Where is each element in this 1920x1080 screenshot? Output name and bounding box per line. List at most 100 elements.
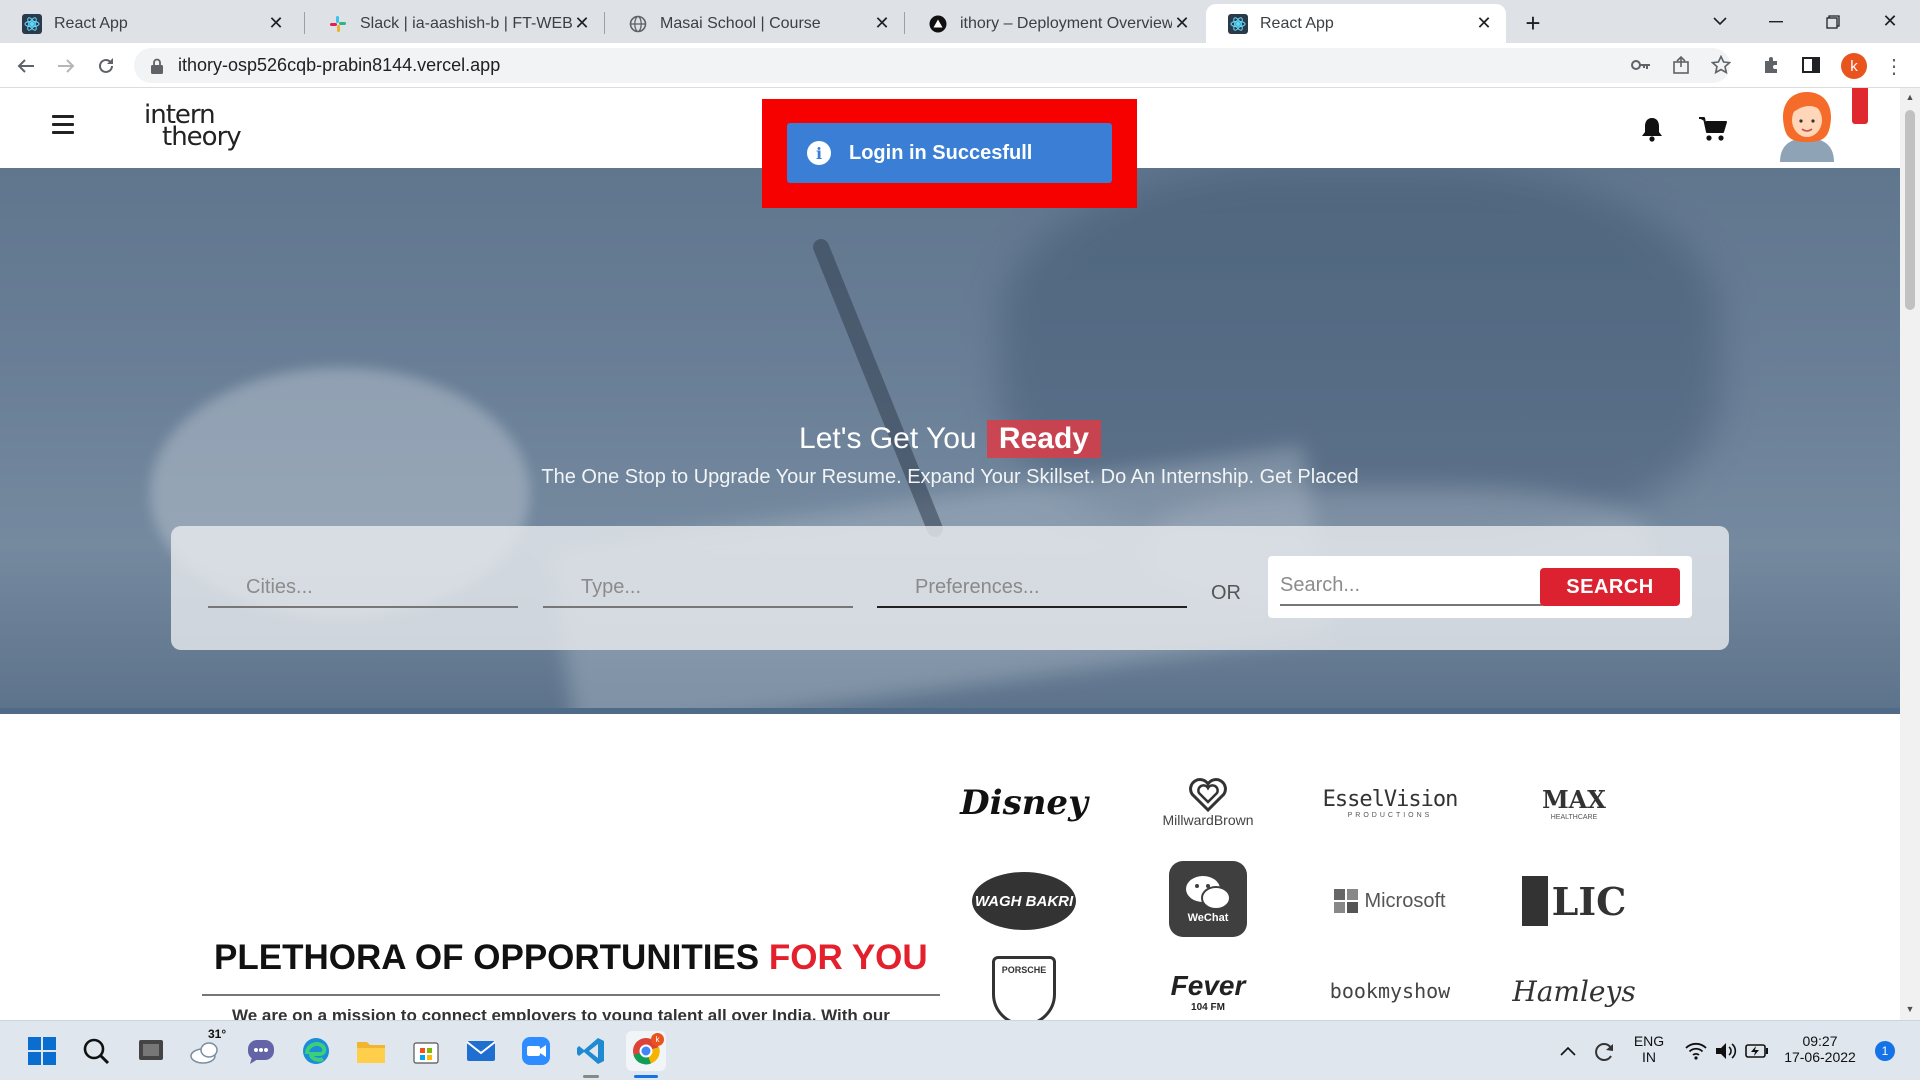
profile-avatar[interactable]: k	[1841, 53, 1867, 79]
cities-input[interactable]: Cities...	[208, 572, 518, 608]
browser-tab-4[interactable]: ithory – Deployment Overview ✕	[906, 4, 1204, 43]
slack-icon	[328, 14, 348, 34]
mail-icon[interactable]	[461, 1031, 501, 1071]
browser-tab-strip: React App ✕ Slack | ia-aashish-b | FT-WE…	[0, 0, 1920, 43]
chrome-menu-icon[interactable]: ⋮	[1884, 53, 1904, 79]
toast-highlight-frame: i Login in Succesfull	[762, 99, 1137, 208]
weather-temp: 31°	[208, 1027, 227, 1041]
close-window-icon[interactable]: ✕	[1862, 0, 1918, 43]
restore-icon[interactable]	[1805, 0, 1861, 43]
opportunities-body: We are on a mission to connect employers…	[232, 1006, 890, 1020]
share-icon[interactable]	[1668, 52, 1694, 78]
brand-logo-disney: Disney	[960, 783, 1088, 823]
search-icon[interactable]	[76, 1031, 116, 1071]
logo-line-2: theory	[162, 122, 242, 152]
hero-divider	[0, 708, 1900, 714]
language-indicator[interactable]: ENG IN	[1630, 1033, 1668, 1065]
scroll-up-arrow-icon[interactable]: ▲	[1905, 92, 1915, 102]
vscode-icon[interactable]	[571, 1031, 611, 1071]
hero-title-prefix: Let's Get You	[799, 422, 977, 455]
tab-title: Slack | ia-aashish-b | FT-WEB-16	[360, 14, 572, 32]
info-icon: i	[807, 141, 831, 165]
tab-separator	[604, 12, 605, 34]
tab-title: ithory – Deployment Overview	[960, 14, 1172, 32]
bell-icon[interactable]	[1640, 116, 1664, 142]
search-input[interactable]: Search...	[1280, 570, 1542, 606]
page-viewport: intern theory Let's Get You Ready The On…	[0, 88, 1900, 1020]
microsoft-store-icon[interactable]	[406, 1031, 446, 1071]
scroll-down-arrow-icon[interactable]: ▼	[1905, 1004, 1915, 1014]
hamburger-menu-icon[interactable]	[52, 115, 74, 134]
vscode-running-indicator	[583, 1075, 599, 1078]
teams-chat-icon[interactable]	[241, 1031, 281, 1071]
vercel-icon	[928, 14, 948, 34]
user-avatar[interactable]	[1774, 88, 1840, 162]
lock-icon	[151, 58, 163, 74]
brand-logo-wagh-bakri: WAGH BAKRI	[964, 866, 1084, 936]
close-tab-icon[interactable]: ✕	[1172, 13, 1192, 34]
tab-search-chevron-icon[interactable]	[1692, 0, 1748, 43]
brand-logo-wechat: WeChat	[1148, 861, 1268, 937]
brand-logo-fever: Fever 104 FM	[1170, 969, 1246, 1013]
reload-icon[interactable]	[90, 50, 122, 82]
react-icon	[22, 13, 42, 34]
forward-icon[interactable]	[50, 50, 82, 82]
close-tab-icon[interactable]: ✕	[266, 13, 286, 34]
search-button[interactable]: SEARCH	[1540, 568, 1680, 606]
weather-widget-icon[interactable]: 31°	[186, 1027, 226, 1071]
close-tab-icon[interactable]: ✕	[1474, 13, 1494, 34]
edge-browser-icon[interactable]	[296, 1031, 336, 1071]
tab-separator	[904, 12, 905, 34]
bookmark-star-icon[interactable]	[1708, 52, 1734, 78]
close-tab-icon[interactable]: ✕	[872, 13, 892, 34]
browser-tab-2[interactable]: Slack | ia-aashish-b | FT-WEB-16 ✕	[306, 4, 604, 43]
zoom-icon[interactable]	[516, 1031, 556, 1071]
or-label: OR	[1211, 582, 1241, 604]
battery-charging-icon[interactable]	[1742, 1031, 1772, 1071]
windows-start-icon[interactable]	[22, 1031, 62, 1071]
key-icon[interactable]	[1628, 52, 1654, 78]
brand-logo-esselvision: EsselVision PRODUCTIONS	[1322, 787, 1459, 819]
minimize-icon[interactable]	[1748, 0, 1804, 43]
internshala-logo[interactable]: intern theory	[142, 98, 242, 154]
toast-message: Login in Succesfull	[849, 141, 1033, 164]
back-icon[interactable]	[10, 50, 42, 82]
chrome-icon[interactable]: k	[626, 1031, 666, 1071]
close-tab-icon[interactable]: ✕	[572, 13, 592, 34]
browser-tab-3[interactable]: Masai School | Course ✕	[606, 4, 904, 43]
language-line-2: IN	[1642, 1049, 1656, 1065]
type-input[interactable]: Type...	[543, 572, 853, 608]
hero-title-highlight: Ready	[986, 420, 1101, 458]
windows-taskbar: 31° k ENG IN 09:27 17-06-2022 1	[0, 1020, 1920, 1080]
side-panel-icon[interactable]	[1798, 52, 1824, 78]
browser-tab-1[interactable]: React App ✕	[0, 4, 298, 43]
scrollbar-thumb[interactable]	[1905, 110, 1915, 310]
volume-icon[interactable]	[1712, 1031, 1740, 1071]
task-view-icon[interactable]	[131, 1031, 171, 1071]
notification-badge: 1	[1875, 1041, 1895, 1061]
brand-logo-microsoft: Microsoft	[1330, 866, 1450, 936]
browser-toolbar: ithory-osp526cqb-prabin8144.vercel.app k…	[0, 43, 1920, 88]
tray-chevron-up-icon[interactable]	[1556, 1031, 1580, 1071]
address-bar[interactable]: ithory-osp526cqb-prabin8144.vercel.app	[134, 48, 1730, 83]
clock[interactable]: 09:27 17-06-2022	[1778, 1033, 1862, 1065]
onedrive-sync-icon[interactable]	[1588, 1031, 1618, 1071]
preferences-input[interactable]: Preferences...	[877, 572, 1187, 608]
page-scrollbar[interactable]: ▲ ▼	[1900, 88, 1920, 1020]
brand-logo-porsche: PORSCHE	[964, 956, 1084, 1020]
new-tab-button[interactable]: +	[1516, 6, 1550, 40]
clock-date: 17-06-2022	[1784, 1049, 1856, 1065]
hero-banner: Let's Get You Ready The One Stop to Upgr…	[0, 168, 1900, 708]
notification-center-icon[interactable]: 1	[1870, 1031, 1900, 1071]
login-success-toast[interactable]: i Login in Succesfull	[787, 123, 1112, 183]
browser-tab-5-active[interactable]: React App ✕	[1206, 4, 1506, 43]
cart-icon[interactable]	[1698, 116, 1728, 142]
extensions-puzzle-icon[interactable]	[1758, 52, 1784, 78]
wifi-icon[interactable]	[1682, 1031, 1710, 1071]
brand-logo-hamleys: Hamleys	[1512, 974, 1636, 1008]
file-explorer-icon[interactable]	[351, 1031, 391, 1071]
hero-subtitle: The One Stop to Upgrade Your Resume. Exp…	[541, 466, 1359, 488]
react-icon	[1228, 13, 1248, 34]
opportunities-title-dark: PLETHORA OF OPPORTUNITIES	[214, 938, 760, 977]
tab-title: React App	[54, 14, 128, 32]
